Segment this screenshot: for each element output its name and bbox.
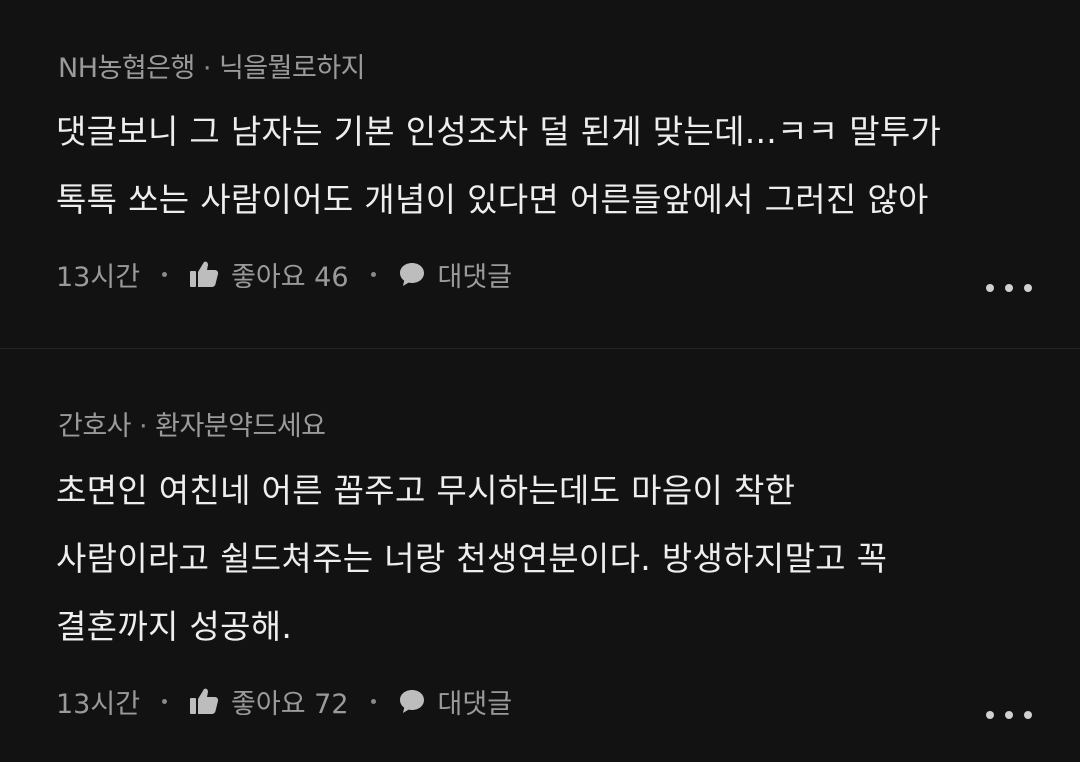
more-options-icon[interactable] [986, 703, 1032, 727]
comment-body: 초면인 여친네 어른 꼽주고 무시하는데도 마음이 착한 사람이라고 쉴드쳐주는… [56, 457, 887, 661]
comment-actions: 13시간 좋아요 72 대댓글 [56, 681, 512, 721]
separator-dot [162, 698, 168, 704]
comment-time: 13시간 [56, 688, 141, 720]
author-company[interactable]: 간호사 [58, 411, 132, 442]
speech-bubble-icon [399, 690, 424, 713]
separator-dot [370, 698, 376, 704]
comment-item: 간호사 · 환자분약드세요 초면인 여친네 어른 꼽주고 무시하는데도 마음이 착한… [0, 0, 1080, 762]
separator: · [139, 411, 148, 442]
comment-line: 초면인 여친네 어른 꼽주고 무시하는데도 마음이 착한 [56, 471, 796, 510]
like-label: 좋아요 72 [231, 688, 349, 720]
reply-button[interactable]: 대댓글 [398, 682, 513, 721]
comment-author-line: 간호사 · 환자분약드세요 [58, 404, 326, 443]
more-dot [1024, 711, 1032, 719]
more-dot [986, 711, 994, 719]
comment-line: 결혼까지 성공해. [56, 607, 293, 646]
more-dot [1005, 711, 1013, 719]
comment-line: 사람이라고 쉴드쳐주는 너랑 천생연분이다. 방생하지말고 꼭 [56, 539, 888, 578]
like-button[interactable]: 좋아요 72 [189, 682, 349, 721]
thumbs-up-icon [190, 688, 219, 714]
reply-label: 대댓글 [437, 688, 513, 720]
author-nickname[interactable]: 환자분약드세요 [155, 411, 326, 442]
